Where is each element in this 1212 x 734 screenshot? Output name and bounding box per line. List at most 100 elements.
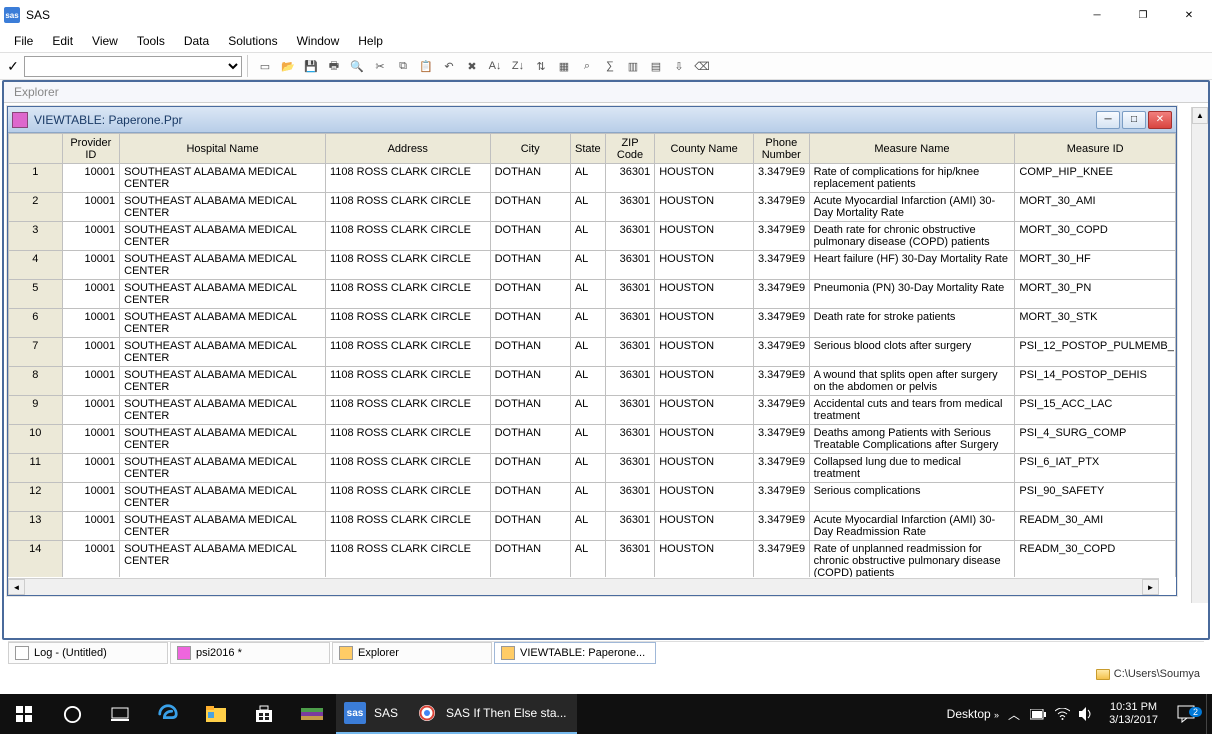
row-number[interactable]: 7 [9,338,63,367]
explorer-tab-label[interactable]: Explorer [4,82,1208,103]
cell[interactable]: DOTHAN [490,193,570,222]
cell[interactable]: SOUTHEAST ALABAMA MEDICAL CENTER [120,338,326,367]
cell[interactable]: PSI_6_IAT_PTX [1015,454,1176,483]
cell[interactable]: DOTHAN [490,367,570,396]
cell[interactable]: Heart failure (HF) 30-Day Mortality Rate [809,251,1015,280]
cell[interactable]: 10001 [62,164,120,193]
start-button[interactable] [0,694,48,734]
submit-check-icon[interactable]: ✓ [4,55,22,77]
cell[interactable]: Serious complications [809,483,1015,512]
edge-icon[interactable] [144,694,192,734]
cell[interactable]: HOUSTON [655,396,754,425]
window-tab-viewtable[interactable]: VIEWTABLE: Paperone... [494,642,656,664]
cell[interactable]: DOTHAN [490,222,570,251]
column-header[interactable]: County Name [655,134,754,164]
cell[interactable]: SOUTHEAST ALABAMA MEDICAL CENTER [120,251,326,280]
cell[interactable]: 36301 [605,309,654,338]
cell[interactable]: 36301 [605,483,654,512]
menu-help[interactable]: Help [350,32,391,50]
row-number[interactable]: 1 [9,164,63,193]
cell[interactable]: AL [570,425,605,454]
cell[interactable]: DOTHAN [490,164,570,193]
maximize-button[interactable]: ❐ [1120,0,1166,30]
cell[interactable]: HOUSTON [655,367,754,396]
row-number[interactable]: 5 [9,280,63,309]
cut-icon[interactable]: ✂ [369,55,391,77]
cell[interactable]: 3.3479E9 [754,309,810,338]
cell[interactable]: SOUTHEAST ALABAMA MEDICAL CENTER [120,396,326,425]
cell[interactable]: 36301 [605,280,654,309]
calc-col-icon[interactable]: ∑ [599,55,621,77]
cell[interactable]: PSI_4_SURG_COMP [1015,425,1176,454]
subset-icon[interactable]: ▦ [553,55,575,77]
cell[interactable]: 1108 ROSS CLARK CIRCLE [325,222,490,251]
taskbar-app-chrome[interactable]: SAS If Then Else sta... [408,694,577,734]
cell[interactable]: AL [570,396,605,425]
row-number[interactable]: 11 [9,454,63,483]
cell[interactable]: MORT_30_AMI [1015,193,1176,222]
cell[interactable]: Death rate for stroke patients [809,309,1015,338]
row-number[interactable]: 2 [9,193,63,222]
child-minimize-button[interactable]: ─ [1096,111,1120,129]
cell[interactable]: 10001 [62,338,120,367]
paste-icon[interactable]: 📋 [415,55,437,77]
cell[interactable]: DOTHAN [490,512,570,541]
column-header[interactable]: Measure Name [809,134,1015,164]
cell[interactable]: 10001 [62,222,120,251]
cell[interactable]: Acute Myocardial Infarction (AMI) 30-Day… [809,512,1015,541]
cell[interactable]: SOUTHEAST ALABAMA MEDICAL CENTER [120,280,326,309]
cell[interactable]: 36301 [605,222,654,251]
cell[interactable]: HOUSTON [655,222,754,251]
menu-edit[interactable]: Edit [44,32,81,50]
table-row[interactable]: 1210001SOUTHEAST ALABAMA MEDICAL CENTER1… [9,483,1176,512]
cell[interactable]: DOTHAN [490,483,570,512]
table-row[interactable]: 110001SOUTHEAST ALABAMA MEDICAL CENTER11… [9,164,1176,193]
cell[interactable]: 10001 [62,541,120,578]
cell[interactable]: AL [570,251,605,280]
cell[interactable]: PSI_90_SAFETY [1015,483,1176,512]
cell[interactable]: 3.3479E9 [754,251,810,280]
cell[interactable]: AL [570,483,605,512]
cell[interactable]: 1108 ROSS CLARK CIRCLE [325,454,490,483]
cell[interactable]: 1108 ROSS CLARK CIRCLE [325,193,490,222]
cell[interactable]: SOUTHEAST ALABAMA MEDICAL CENTER [120,425,326,454]
cell[interactable]: MORT_30_PN [1015,280,1176,309]
show-desktop-button[interactable] [1206,694,1212,734]
cell[interactable]: 10001 [62,280,120,309]
cell[interactable]: A wound that splits open after surgery o… [809,367,1015,396]
mdi-vertical-scrollbar[interactable]: ▲ [1191,107,1208,603]
cell[interactable]: DOTHAN [490,309,570,338]
cell[interactable]: 10001 [62,425,120,454]
cell[interactable]: Death rate for chronic obstructive pulmo… [809,222,1015,251]
cell[interactable]: READM_30_AMI [1015,512,1176,541]
cell[interactable]: 36301 [605,541,654,578]
where-icon[interactable]: ⌕ [576,55,598,77]
cell[interactable]: 1108 ROSS CLARK CIRCLE [325,309,490,338]
table-row[interactable]: 410001SOUTHEAST ALABAMA MEDICAL CENTER11… [9,251,1176,280]
cell[interactable]: 10001 [62,483,120,512]
cell[interactable]: 36301 [605,425,654,454]
print-icon[interactable]: 🖶 [323,55,345,77]
column-header[interactable]: ZIP Code [605,134,654,164]
close-button[interactable]: ✕ [1166,0,1212,30]
cell[interactable]: MORT_30_COPD [1015,222,1176,251]
cell[interactable]: SOUTHEAST ALABAMA MEDICAL CENTER [120,512,326,541]
window-tab-explorer[interactable]: Explorer [332,642,492,664]
cell[interactable]: SOUTHEAST ALABAMA MEDICAL CENTER [120,541,326,578]
cell[interactable]: 1108 ROSS CLARK CIRCLE [325,367,490,396]
cell[interactable]: DOTHAN [490,280,570,309]
menu-window[interactable]: Window [289,32,348,50]
cell[interactable]: Serious blood clots after surgery [809,338,1015,367]
cell[interactable]: 3.3479E9 [754,164,810,193]
corner-cell[interactable] [9,134,63,164]
column-header[interactable]: Hospital Name [120,134,326,164]
cell[interactable]: 10001 [62,367,120,396]
cell[interactable]: PSI_14_POSTOP_DEHIS [1015,367,1176,396]
cell[interactable]: 3.3479E9 [754,512,810,541]
column-header[interactable]: Provider ID [62,134,120,164]
cell[interactable]: COMP_HIP_KNEE [1015,164,1176,193]
cell[interactable]: DOTHAN [490,396,570,425]
row-number[interactable]: 14 [9,541,63,578]
cell[interactable]: READM_30_COPD [1015,541,1176,578]
table-row[interactable]: 210001SOUTHEAST ALABAMA MEDICAL CENTER11… [9,193,1176,222]
